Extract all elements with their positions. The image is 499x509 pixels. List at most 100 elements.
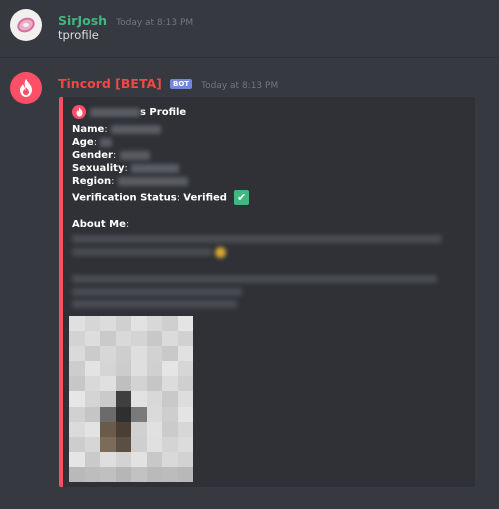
photo-pixel	[115, 361, 131, 377]
photo-pixel	[131, 376, 147, 392]
photo-pixel	[115, 331, 131, 347]
photo-pixel	[131, 421, 147, 437]
field-region: Region:	[72, 176, 188, 187]
photo-pixel	[115, 346, 131, 362]
author-name[interactable]: SirJosh	[58, 13, 107, 28]
photo-pixel	[162, 436, 178, 452]
profile-embed: s Profile Name: Age: Gender: Sexuality: …	[59, 97, 475, 487]
avatar-tincord[interactable]	[10, 72, 42, 104]
photo-pixel	[84, 346, 100, 362]
photo-pixel	[177, 421, 193, 437]
photo-pixel	[69, 361, 85, 377]
photo-pixel	[146, 361, 162, 377]
redacted-about-line	[72, 288, 242, 296]
flame-icon	[72, 105, 86, 119]
photo-pixel	[177, 316, 193, 332]
photo-pixel	[146, 466, 162, 482]
bot-badge: BOT	[170, 79, 193, 89]
photo-pixel	[115, 421, 131, 437]
photo-pixel	[131, 346, 147, 362]
photo-pixel	[69, 346, 85, 362]
photo-pixel	[162, 331, 178, 347]
photo-pixel	[162, 376, 178, 392]
photo-pixel	[177, 391, 193, 407]
photo-pixel	[177, 436, 193, 452]
photo-pixel	[100, 406, 116, 422]
photo-pixel	[69, 331, 85, 347]
photo-pixel	[146, 376, 162, 392]
photo-pixel	[100, 421, 116, 437]
photo-pixel	[131, 391, 147, 407]
photo-pixel	[162, 451, 178, 467]
photo-pixel	[177, 406, 193, 422]
photo-pixel	[146, 451, 162, 467]
photo-pixel	[69, 421, 85, 437]
field-verification: Verification Status: Verified ✔	[72, 190, 250, 205]
photo-pixel	[100, 436, 116, 452]
avatar-sirjosh[interactable]	[10, 9, 42, 41]
redacted-about-line	[72, 248, 212, 256]
photo-pixel	[131, 436, 147, 452]
photo-pixel	[100, 451, 116, 467]
photo-pixel	[100, 331, 116, 347]
field-age: Age:	[72, 137, 113, 148]
photo-pixel	[115, 376, 131, 392]
photo-pixel	[131, 361, 147, 377]
photo-pixel	[162, 421, 178, 437]
photo-pixel	[84, 436, 100, 452]
embed-title: s Profile	[72, 105, 186, 119]
redacted-username	[90, 107, 140, 117]
photo-pixel	[177, 346, 193, 362]
photo-pixel	[146, 346, 162, 362]
photo-pixel	[131, 331, 147, 347]
photo-pixel	[146, 316, 162, 332]
photo-pixel	[146, 421, 162, 437]
photo-pixel	[131, 451, 147, 467]
photo-pixel	[146, 331, 162, 347]
photo-pixel	[69, 406, 85, 422]
timestamp: Today at 8:13 PM	[116, 18, 194, 28]
photo-pixel	[177, 331, 193, 347]
photo-pixel	[177, 361, 193, 377]
photo-pixel	[69, 451, 85, 467]
field-gender: Gender:	[72, 150, 150, 161]
profile-photo-pixelated[interactable]	[69, 316, 193, 482]
photo-pixel	[177, 466, 193, 482]
photo-pixel	[84, 466, 100, 482]
author-name[interactable]: Tincord [BETA]	[58, 76, 162, 91]
photo-pixel	[146, 406, 162, 422]
photo-pixel	[100, 361, 116, 377]
photo-pixel	[115, 466, 131, 482]
message-divider	[0, 57, 499, 58]
photo-pixel	[84, 391, 100, 407]
photo-pixel	[69, 316, 85, 332]
checkmark-icon: ✔	[234, 190, 250, 205]
photo-pixel	[69, 466, 85, 482]
photo-pixel	[69, 436, 85, 452]
photo-pixel	[146, 436, 162, 452]
photo-pixel	[100, 466, 116, 482]
field-name: Name:	[72, 124, 161, 135]
photo-pixel	[115, 451, 131, 467]
redacted-emoji	[215, 247, 226, 258]
photo-pixel	[131, 316, 147, 332]
embed-title-text: s Profile	[140, 106, 187, 118]
photo-pixel	[146, 391, 162, 407]
photo-pixel	[115, 391, 131, 407]
photo-pixel	[131, 406, 147, 422]
photo-pixel	[162, 466, 178, 482]
photo-pixel	[69, 391, 85, 407]
flame-icon	[20, 79, 32, 97]
field-about-label: About Me:	[72, 219, 130, 230]
photo-pixel	[84, 451, 100, 467]
timestamp: Today at 8:13 PM	[201, 81, 279, 91]
photo-pixel	[177, 376, 193, 392]
redacted-about-line	[72, 235, 442, 243]
photo-pixel	[84, 406, 100, 422]
photo-pixel	[162, 406, 178, 422]
photo-pixel	[100, 376, 116, 392]
photo-pixel	[115, 436, 131, 452]
photo-pixel	[162, 316, 178, 332]
photo-pixel	[100, 391, 116, 407]
photo-pixel	[100, 346, 116, 362]
